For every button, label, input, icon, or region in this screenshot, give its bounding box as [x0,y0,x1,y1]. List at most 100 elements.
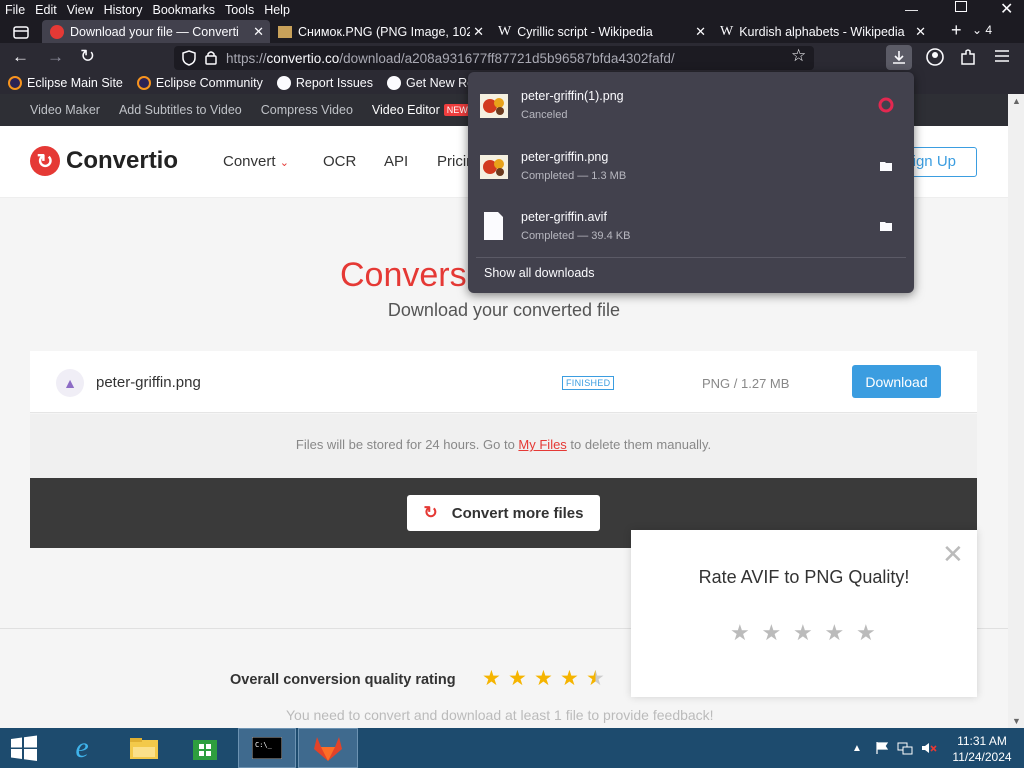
forward-arrow-icon[interactable]: → [47,47,64,67]
hamburger-menu-icon[interactable] [995,50,1009,62]
close-tab-icon[interactable]: ✕ [915,24,926,40]
bookmark-eclipse-main[interactable]: Eclipse Main Site [8,76,123,90]
tab-convertio[interactable]: Download your file — Converti ✕ [42,20,270,43]
storage-note-text: Files will be stored for 24 hours. Go to [295,437,519,452]
restore-button[interactable] [955,1,967,12]
command-prompt-button[interactable]: C:\_ [238,728,296,768]
flag-icon[interactable] [873,728,891,768]
start-button[interactable] [8,728,40,768]
back-arrow-icon[interactable]: ← [12,47,29,67]
rate-star-button[interactable]: ★ [793,620,813,646]
menu-help[interactable]: Help [259,0,295,20]
nav-api[interactable]: API [384,153,408,170]
feedback-requirement-note: You need to convert and download at leas… [286,707,714,723]
download-item-1[interactable] [480,94,510,124]
lock-icon[interactable] [205,50,217,65]
tab-kurdish[interactable]: W Kurdish alphabets - Wikipedia ✕ [712,20,932,43]
retry-icon[interactable] [878,97,894,113]
volume-icon[interactable] [920,728,938,768]
rating-star: ★ [560,667,579,690]
image-thumbnail-icon [480,94,508,118]
download-item-3[interactable] [480,211,510,241]
link-add-subtitles[interactable]: Add Subtitles to Video [119,103,242,117]
close-window-button[interactable]: ✕ [1000,0,1013,19]
downloads-divider [476,257,906,258]
show-hidden-icons[interactable]: ▲ [850,728,864,768]
download-item-2[interactable] [480,155,510,185]
url-bar[interactable]: https://convertio.co/download/a208a93167… [174,46,814,70]
url-prefix: https:// [226,50,267,66]
link-compress-video[interactable]: Compress Video [261,103,353,117]
scroll-down-icon[interactable]: ▼ [1012,716,1021,726]
my-files-link[interactable]: My Files [518,437,566,452]
github-icon [386,76,401,90]
folder-icon [130,738,158,759]
close-tab-icon[interactable]: ✕ [473,24,484,40]
download-status: Completed — 1.3 MB [521,170,627,182]
download-button[interactable]: Download [852,365,941,398]
reload-icon[interactable]: ↻ [80,46,95,67]
nav-convert[interactable]: Convert ⌄ [223,153,289,170]
rate-star-button[interactable]: ★ [825,620,845,646]
show-all-downloads-link[interactable]: Show all downloads [484,266,595,280]
svg-text:C:\_: C:\_ [255,741,273,749]
github-icon [276,76,291,90]
minimize-button[interactable]: — [905,2,918,17]
rate-star-button[interactable]: ★ [730,620,750,646]
tab-overview-button[interactable] [0,20,42,43]
downloads-panel [468,72,914,293]
download-status: Completed — 39.4 KB [521,230,631,242]
rate-star-button[interactable]: ★ [856,620,876,646]
rate-star-button[interactable]: ★ [762,620,782,646]
close-tab-icon[interactable]: ✕ [695,24,706,40]
menu-edit[interactable]: Edit [30,0,62,20]
shield-icon[interactable] [182,50,196,66]
network-icon[interactable] [896,728,914,768]
file-icon [484,212,503,240]
console-icon: C:\_ [252,737,282,759]
menu-bookmarks[interactable]: Bookmarks [147,0,220,20]
extensions-icon[interactable] [960,48,976,66]
convertio-logo[interactable]: ↻ Convertio [30,146,178,176]
menu-history[interactable]: History [99,0,148,20]
link-video-editor[interactable]: Video Editor [372,103,440,117]
close-icon[interactable]: ✕ [942,541,964,567]
action-center-flag-icon [876,742,889,754]
internet-explorer-button[interactable]: e [62,728,102,768]
system-clock[interactable]: 11:31 AM 11/24/2024 [944,733,1020,765]
bookmark-report-issues[interactable]: Report Issues [276,76,373,90]
tab-title: Kurdish alphabets - Wikipedia [739,24,905,39]
downloads-button[interactable] [886,45,912,70]
account-icon[interactable] [926,48,944,66]
folder-icon[interactable] [878,218,894,234]
tab-cyrillic[interactable]: W Cyrillic script - Wikipedia ✕ [490,20,712,43]
download-arrow-icon [893,51,905,64]
tab-title: Снимок.PNG (PNG Image, 102( [298,24,470,39]
close-tab-icon[interactable]: ✕ [253,24,264,40]
menu-view[interactable]: View [62,0,99,20]
storage-note-text: to delete them manually. [566,437,712,452]
menu-file[interactable]: File [0,0,30,20]
url-path: /download/a208a931677ff87721d5b96587bfda… [339,50,675,66]
tab-title: Download your file — Converti [70,24,239,39]
scroll-up-icon[interactable]: ▲ [1012,96,1021,106]
tab-list-button[interactable]: ⌄ 4 [972,23,992,37]
folder-icon[interactable] [878,158,894,174]
bookmark-star-icon[interactable]: ☆ [791,46,806,66]
link-video-maker[interactable]: Video Maker [30,103,100,117]
new-badge: NEW [443,104,471,116]
convert-more-label: Convert more files [451,504,584,522]
convert-more-button[interactable]: ↻ Convert more files [407,495,600,531]
new-tab-button[interactable]: + [951,20,962,41]
page-scrollbar[interactable]: ▲ ▼ [1008,94,1024,728]
nav-ocr[interactable]: OCR [323,153,356,170]
tab-snimok[interactable]: Снимок.PNG (PNG Image, 102( ✕ [270,20,490,43]
store-button[interactable] [185,728,225,768]
bookmark-eclipse-community[interactable]: Eclipse Community [136,76,263,90]
file-explorer-button[interactable] [124,728,164,768]
firefox-taskbar-button[interactable] [298,728,358,768]
file-size: PNG / 1.27 MB [702,376,790,391]
chevron-down-icon: ⌄ [279,157,289,169]
menu-tools[interactable]: Tools [220,0,259,20]
menu-bar: File Edit View History Bookmarks Tools H… [0,0,1024,20]
